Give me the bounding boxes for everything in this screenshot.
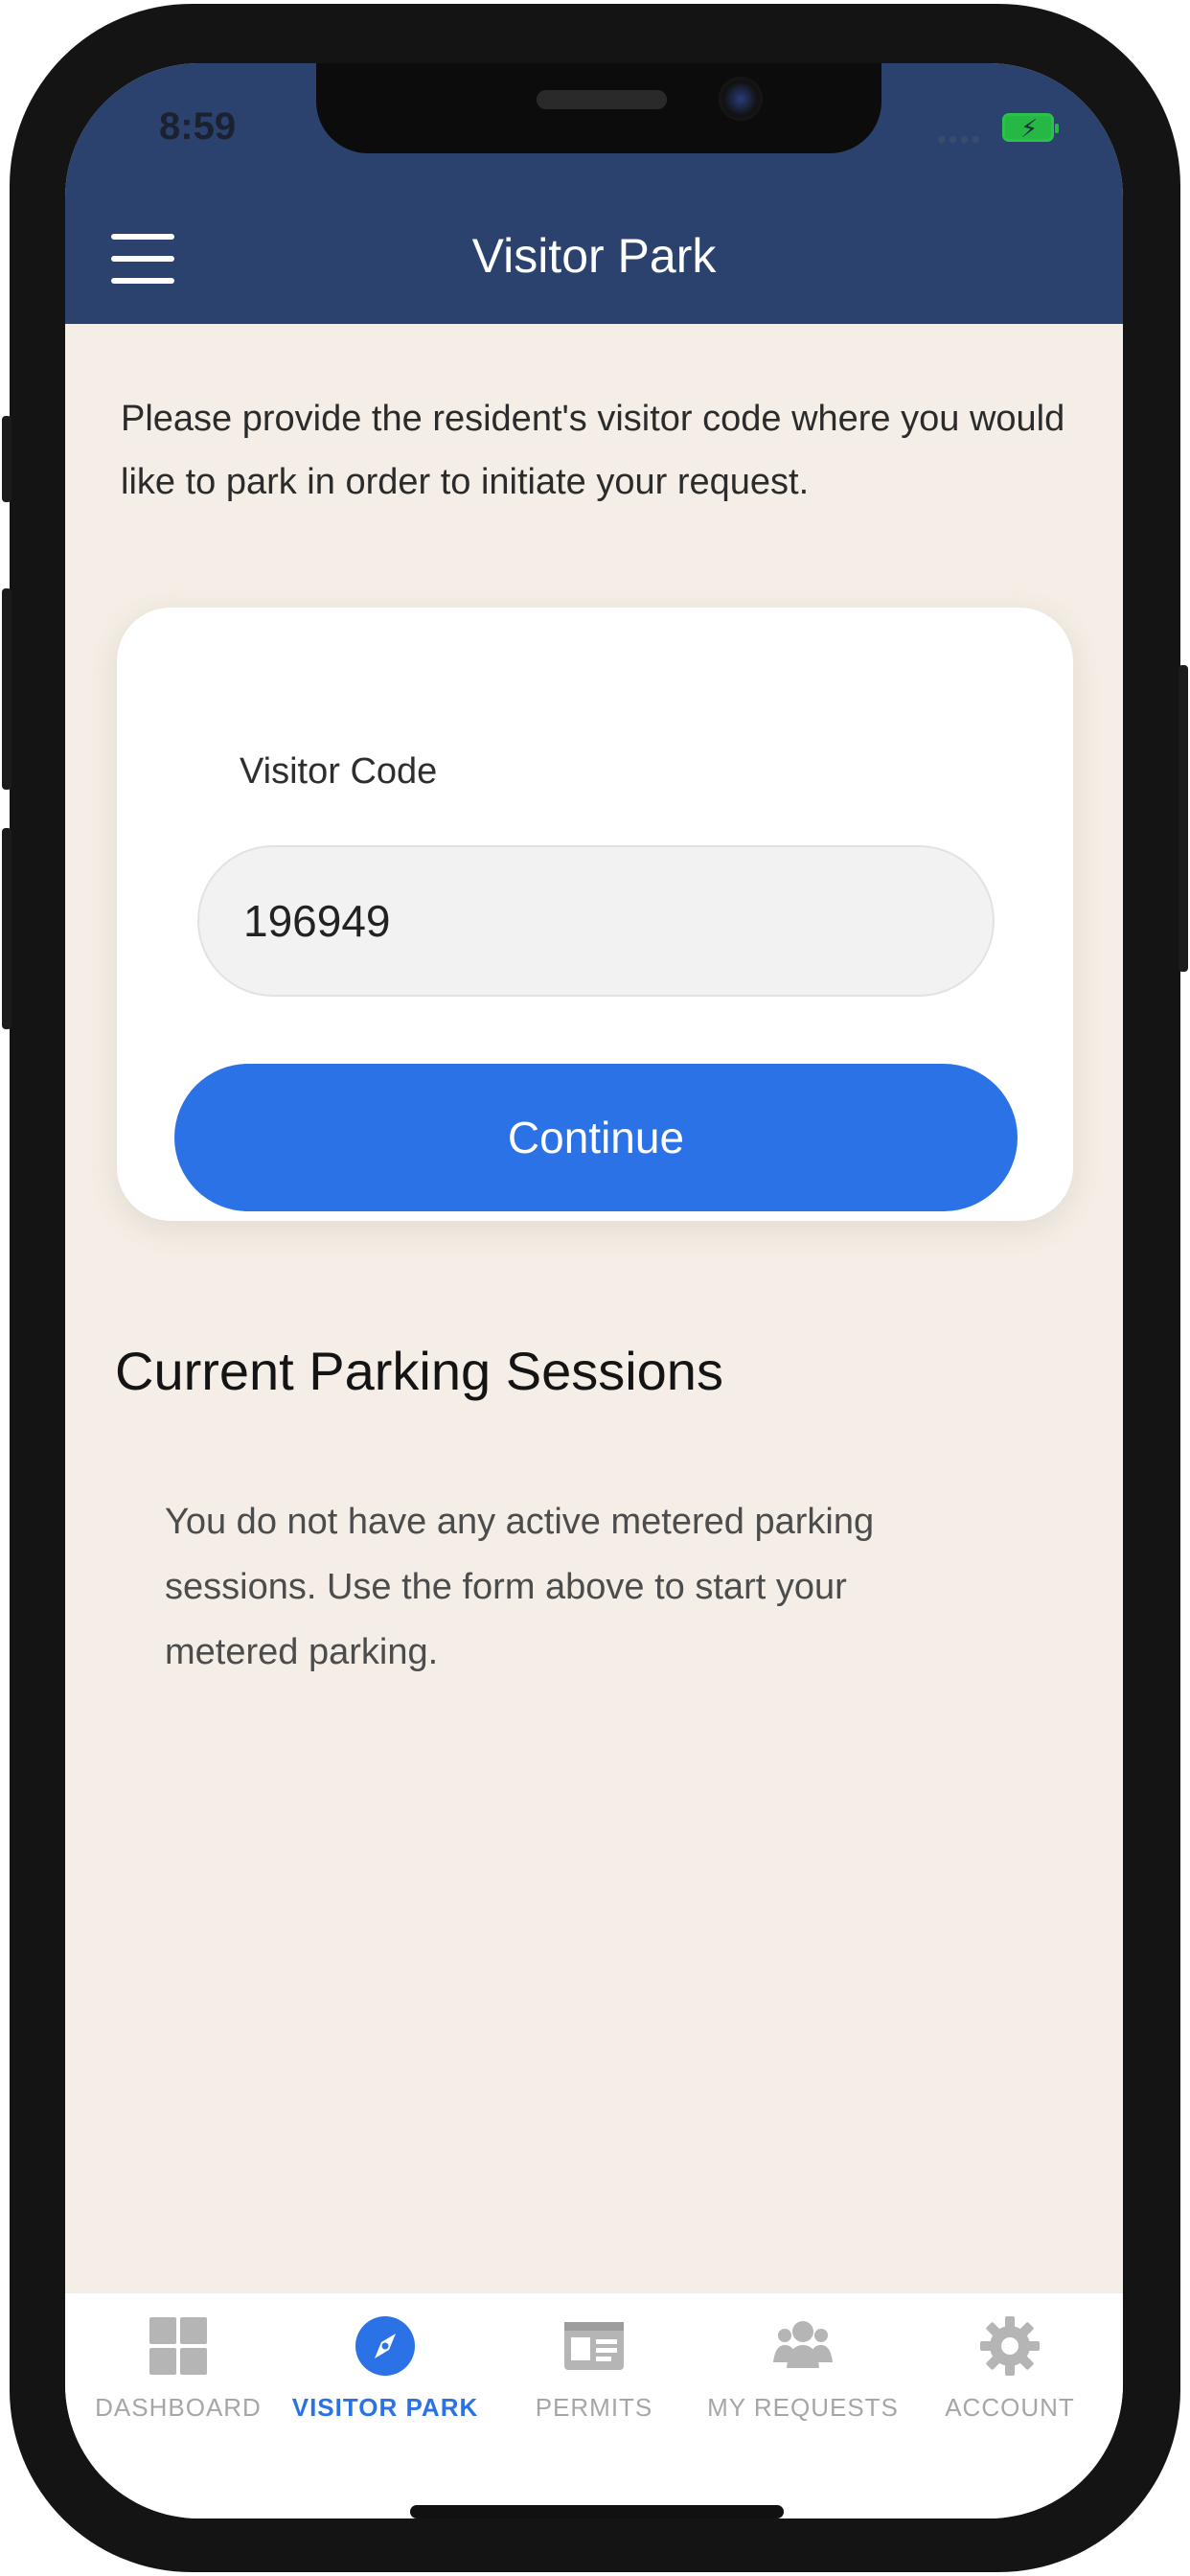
- tab-label: DASHBOARD: [95, 2393, 262, 2422]
- power-button: [1179, 665, 1188, 972]
- status-time: 8:59: [159, 105, 237, 148]
- gear-icon: [980, 2316, 1040, 2376]
- tab-my-requests[interactable]: MY REQUESTS: [698, 2293, 908, 2437]
- screen: 8:59 •••• ⚡ Visitor Park Please provide …: [65, 63, 1123, 2518]
- tab-permits[interactable]: PERMITS: [489, 2293, 699, 2437]
- volume-up-button: [2, 588, 11, 790]
- tab-visitor-park[interactable]: VISITOR PARK: [280, 2293, 491, 2437]
- id-card-icon: [564, 2322, 624, 2370]
- compass-icon: [355, 2316, 415, 2376]
- no-sessions-message: You do not have any active metered parki…: [165, 1502, 875, 1672]
- tab-label: PERMITS: [535, 2393, 653, 2422]
- users-icon: [773, 2321, 833, 2368]
- intro-text: Please provide the resident's visitor co…: [121, 399, 1065, 502]
- tab-dashboard[interactable]: DASHBOARD: [73, 2293, 284, 2437]
- volume-down-button: [2, 828, 11, 1029]
- current-sessions-title: Current Parking Sessions: [115, 1341, 723, 1401]
- tab-account[interactable]: ACCOUNT: [904, 2293, 1115, 2437]
- phone-frame: 8:59 •••• ⚡ Visitor Park Please provide …: [2, 4, 1188, 2572]
- tab-label: MY REQUESTS: [707, 2393, 899, 2422]
- front-camera: [719, 77, 763, 121]
- visitor-code-card: Visitor Code Continue: [117, 608, 1073, 1221]
- tab-label: VISITOR PARK: [291, 2393, 479, 2422]
- continue-button[interactable]: Continue: [174, 1064, 1018, 1211]
- mute-switch: [2, 416, 11, 502]
- dashboard-grid-icon: [149, 2317, 207, 2375]
- notch: [316, 63, 881, 153]
- page-title: Visitor Park: [471, 229, 717, 283]
- visitor-code-input[interactable]: [197, 845, 995, 997]
- speaker-grille: [537, 90, 667, 109]
- signal-icon: ••••: [937, 125, 983, 154]
- bottom-tab-bar: DASHBOARD VISITOR PARK PERMITS MY REQUES…: [65, 2292, 1123, 2518]
- tab-label: ACCOUNT: [945, 2393, 1075, 2422]
- battery-charging-icon: ⚡: [1002, 113, 1059, 143]
- home-indicator: [410, 2505, 784, 2518]
- visitor-code-label: Visitor Code: [240, 751, 438, 792]
